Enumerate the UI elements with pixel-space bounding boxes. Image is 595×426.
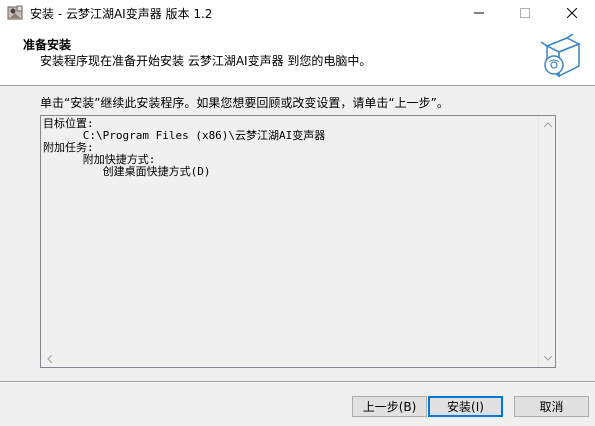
window-title: 安装 - 云梦江湖AI变声器 版本 1.2	[30, 7, 213, 21]
maximize-button[interactable]	[502, 0, 548, 26]
back-button[interactable]: 上一步(B)	[352, 396, 427, 417]
horizontal-scrollbar[interactable]	[41, 350, 538, 367]
minimize-icon	[474, 12, 484, 14]
chevron-left-icon	[47, 354, 52, 363]
instruction-text: 单击“安装”继续此安装程序。如果您想要回顾或改变设置，请单击“上一步”。	[40, 96, 449, 110]
vertical-scrollbar[interactable]	[538, 116, 555, 367]
memo-line: 创建桌面快捷方式(D)	[43, 165, 211, 178]
installer-app-icon	[7, 5, 23, 20]
minimize-button[interactable]	[456, 0, 502, 26]
memo-content: 目标位置: C:\Program Files (x86)\云梦江湖AI变声器 附…	[43, 118, 538, 365]
scroll-down-button[interactable]	[539, 350, 556, 367]
close-icon	[567, 8, 577, 18]
memo-line: C:\Program Files (x86)\云梦江湖AI变声器	[43, 129, 326, 142]
ready-memo-box[interactable]: 目标位置: C:\Program Files (x86)\云梦江湖AI变声器 附…	[40, 115, 556, 368]
page-subtitle: 安装程序现在准备开始安装 云梦江湖AI变声器 到您的电脑中。	[40, 54, 372, 68]
scroll-up-button[interactable]	[539, 116, 556, 133]
cancel-button[interactable]: 取消	[514, 396, 589, 417]
wizard-header: 准备安装 安装程序现在准备开始安装 云梦江湖AI变声器 到您的电脑中。	[0, 26, 595, 86]
page-title: 准备安装	[23, 38, 72, 52]
install-button[interactable]: 安装(I)	[428, 396, 503, 417]
chevron-up-icon	[543, 122, 552, 127]
installer-box-disc-icon	[540, 33, 581, 78]
scroll-left-button[interactable]	[41, 350, 58, 367]
chevron-down-icon	[543, 356, 552, 361]
maximize-icon	[520, 8, 530, 18]
title-bar: 安装 - 云梦江湖AI变声器 版本 1.2	[0, 0, 595, 26]
close-button[interactable]	[549, 0, 595, 26]
footer-divider-highlight	[0, 382, 595, 383]
